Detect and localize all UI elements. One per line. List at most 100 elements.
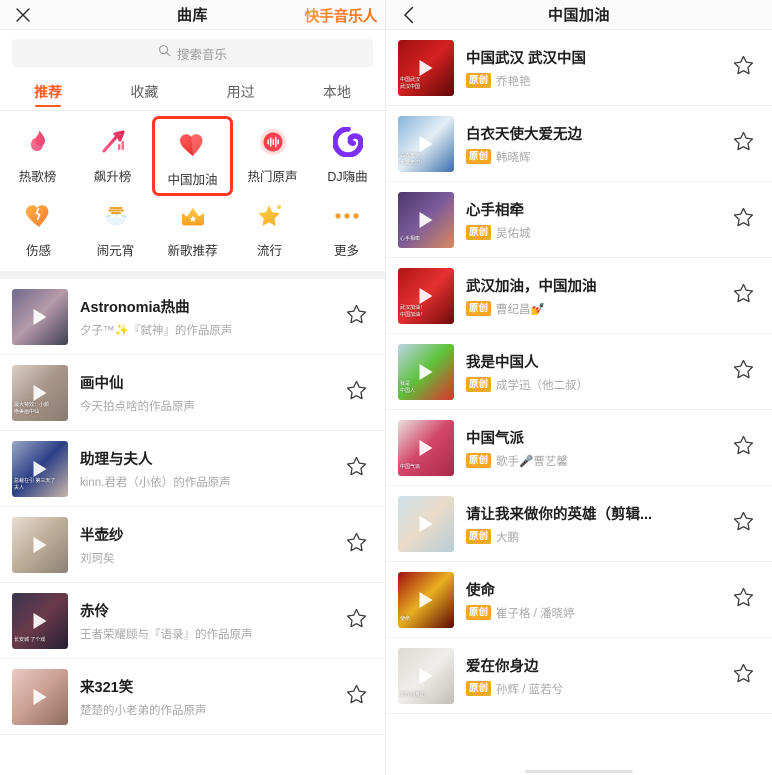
original-badge: 原创 (466, 604, 492, 621)
library-navbar: 曲库 快手音乐人 (0, 0, 385, 30)
song-row[interactable]: 请让我来做你的英雄（剪辑... 原创 大鹏 (386, 486, 772, 562)
song-title: 画中仙 (80, 375, 124, 392)
song-thumbnail[interactable] (12, 668, 68, 725)
song-artist: 孙辉 / 蓝若兮 (496, 683, 564, 696)
song-info: 中国气派 原创 歌手🎤曹艺馨 (466, 427, 716, 469)
favorite-button[interactable] (728, 207, 758, 232)
song-thumbnail[interactable] (12, 288, 68, 345)
song-row[interactable]: 白衣天使 大爱无边 白衣天使大爱无边 原创 韩晓辉 (386, 106, 772, 182)
category-item-9[interactable]: 更多 (308, 193, 385, 261)
favorite-button[interactable] (728, 283, 758, 308)
category-item-5[interactable]: 伤感 (0, 193, 77, 261)
search-icon (158, 44, 171, 62)
song-thumbnail[interactable]: 中国气派 (398, 419, 454, 476)
tab-3[interactable]: 本地 (289, 73, 385, 110)
song-subtitle: 楚楚的小老弟的作品原声 (80, 702, 329, 718)
search-input[interactable]: 搜索音乐 (12, 39, 373, 67)
thumbnail-caption: 总裁在引 第三天了 夫人 (14, 477, 56, 492)
playlist-song-list[interactable]: 中国武汉 武汉中国 中国武汉 武汉中国 原创 乔艳艳 白衣天使 大爱无边 白衣天使大爱无边 原创… (386, 30, 772, 714)
song-thumbnail[interactable]: 长安城 了个戏 (12, 592, 68, 649)
song-title: 武汉加油，中国加油 (466, 278, 597, 295)
flame-icon (21, 125, 55, 159)
song-row[interactable]: 心手相牵 心手相牵 原创 吴佑城 (386, 182, 772, 258)
thumbnail-caption: 使命 (400, 616, 411, 622)
crown-icon (176, 199, 210, 233)
song-thumbnail[interactable]: 心手相牵 (398, 191, 454, 248)
search-section: 搜索音乐 (0, 30, 385, 73)
song-thumbnail[interactable]: 总裁在引 第三天了 夫人 (12, 440, 68, 497)
song-artist: 夕子™✨『弑神』的作品原声 (80, 324, 233, 337)
category-item-0[interactable]: 热歌榜 (0, 119, 75, 193)
song-thumbnail[interactable]: 白衣天使 大爱无边 (398, 115, 454, 172)
song-thumbnail[interactable]: 爱在你身边 (398, 647, 454, 704)
song-thumbnail[interactable]: 最大特效：小颜 绝美画中仙 (12, 364, 68, 421)
original-badge: 原创 (466, 72, 492, 89)
song-thumbnail[interactable]: 武汉加油！ 中国加油！ (398, 267, 454, 324)
play-icon (33, 536, 47, 553)
recommended-song-list[interactable]: Astronomia热曲夕子™✨『弑神』的作品原声最大特效：小颜 绝美画中仙 画中仙… (0, 279, 385, 735)
favorite-button[interactable] (728, 511, 758, 536)
song-row[interactable]: 中国武汉 武汉中国 中国武汉 武汉中国 原创 乔艳艳 (386, 30, 772, 106)
more-dots-icon (330, 199, 364, 233)
play-icon (419, 439, 433, 456)
thumbnail-caption: 长安城 了个戏 (14, 637, 46, 643)
tab-1[interactable]: 收藏 (96, 73, 192, 110)
back-button[interactable] (386, 0, 432, 30)
song-info: 心手相牵 原创 吴佑城 (466, 199, 716, 241)
song-row[interactable]: 爱在你身边 爱在你身边 原创 孙辉 / 蓝若兮 (386, 638, 772, 714)
song-row[interactable]: 使命 使命 原创 崔子格 / 潘晓婷 (386, 562, 772, 638)
song-row[interactable]: 来321笑 楚楚的小老弟的作品原声 (0, 659, 385, 735)
heart-icon (176, 128, 210, 162)
favorite-button[interactable] (728, 663, 758, 688)
song-row[interactable]: 最大特效：小颜 绝美画中仙 画中仙 今天拍点啥的作品原声 (0, 355, 385, 431)
category-item-6[interactable]: 闹元宵 (77, 193, 154, 261)
favorite-button[interactable] (728, 435, 758, 460)
song-thumbnail[interactable]: 使命 (398, 571, 454, 628)
tab-2[interactable]: 用过 (193, 73, 289, 110)
category-item-7[interactable]: 新歌推荐 (154, 193, 231, 261)
song-title: 中国气派 (466, 430, 524, 447)
category-item-1[interactable]: 飙升榜 (75, 119, 150, 193)
favorite-button[interactable] (728, 359, 758, 384)
favorite-button[interactable] (341, 304, 371, 329)
song-row[interactable]: 总裁在引 第三天了 夫人 助理与夫人 kinn.君君（小依）的作品原声 (0, 431, 385, 507)
favorite-button[interactable] (341, 608, 371, 633)
star-outline-icon (733, 131, 754, 156)
song-row[interactable]: 武汉加油！ 中国加油！ 武汉加油，中国加油 原创 曹纪昌💅 (386, 258, 772, 334)
song-thumbnail[interactable]: 我是 中国人 (398, 343, 454, 400)
close-button[interactable] (0, 0, 46, 30)
song-title: 请让我来做你的英雄（剪辑... (466, 506, 653, 523)
tab-0[interactable]: 推荐 (0, 73, 96, 110)
tab-label: 本地 (322, 83, 351, 100)
home-indicator (525, 770, 633, 773)
category-item-3[interactable]: 热门原声 (235, 119, 310, 193)
favorite-button[interactable] (341, 380, 371, 405)
category-label: 新歌推荐 (167, 244, 218, 258)
category-label: 热门原声 (247, 170, 298, 184)
song-row[interactable]: 长安城 了个戏 赤伶 王者荣耀顾与『语录』的作品原声 (0, 583, 385, 659)
song-thumbnail[interactable]: 中国武汉 武汉中国 (398, 39, 454, 96)
brand-logo-text: 快手音乐人 (304, 6, 377, 25)
category-item-4[interactable]: DJ嗨曲 (310, 119, 385, 193)
play-icon (33, 308, 47, 325)
favorite-button[interactable] (728, 587, 758, 612)
favorite-button[interactable] (341, 532, 371, 557)
category-item-8[interactable]: 流行 (231, 193, 308, 261)
song-row[interactable]: Astronomia热曲夕子™✨『弑神』的作品原声 (0, 279, 385, 355)
disc-icon (331, 125, 365, 159)
play-icon (33, 688, 47, 705)
favorite-button[interactable] (341, 684, 371, 709)
song-info: Astronomia热曲夕子™✨『弑神』的作品原声 (80, 296, 329, 338)
category-item-2[interactable]: 中国加油 (152, 116, 233, 196)
song-title: Astronomia热曲 (80, 299, 190, 316)
favorite-button[interactable] (341, 456, 371, 481)
song-thumbnail[interactable] (398, 495, 454, 552)
song-subtitle: 原创 乔艳艳 (466, 72, 716, 89)
song-row[interactable]: 半壶纱 刘珂矣 (0, 507, 385, 583)
favorite-button[interactable] (728, 131, 758, 156)
song-row[interactable]: 我是 中国人 我是中国人 原创 成学迅（他二叔） (386, 334, 772, 410)
song-row[interactable]: 中国气派 中国气派 原创 歌手🎤曹艺馨 (386, 410, 772, 486)
song-artist: 乔艳艳 (496, 75, 531, 88)
favorite-button[interactable] (728, 55, 758, 80)
song-thumbnail[interactable] (12, 516, 68, 573)
